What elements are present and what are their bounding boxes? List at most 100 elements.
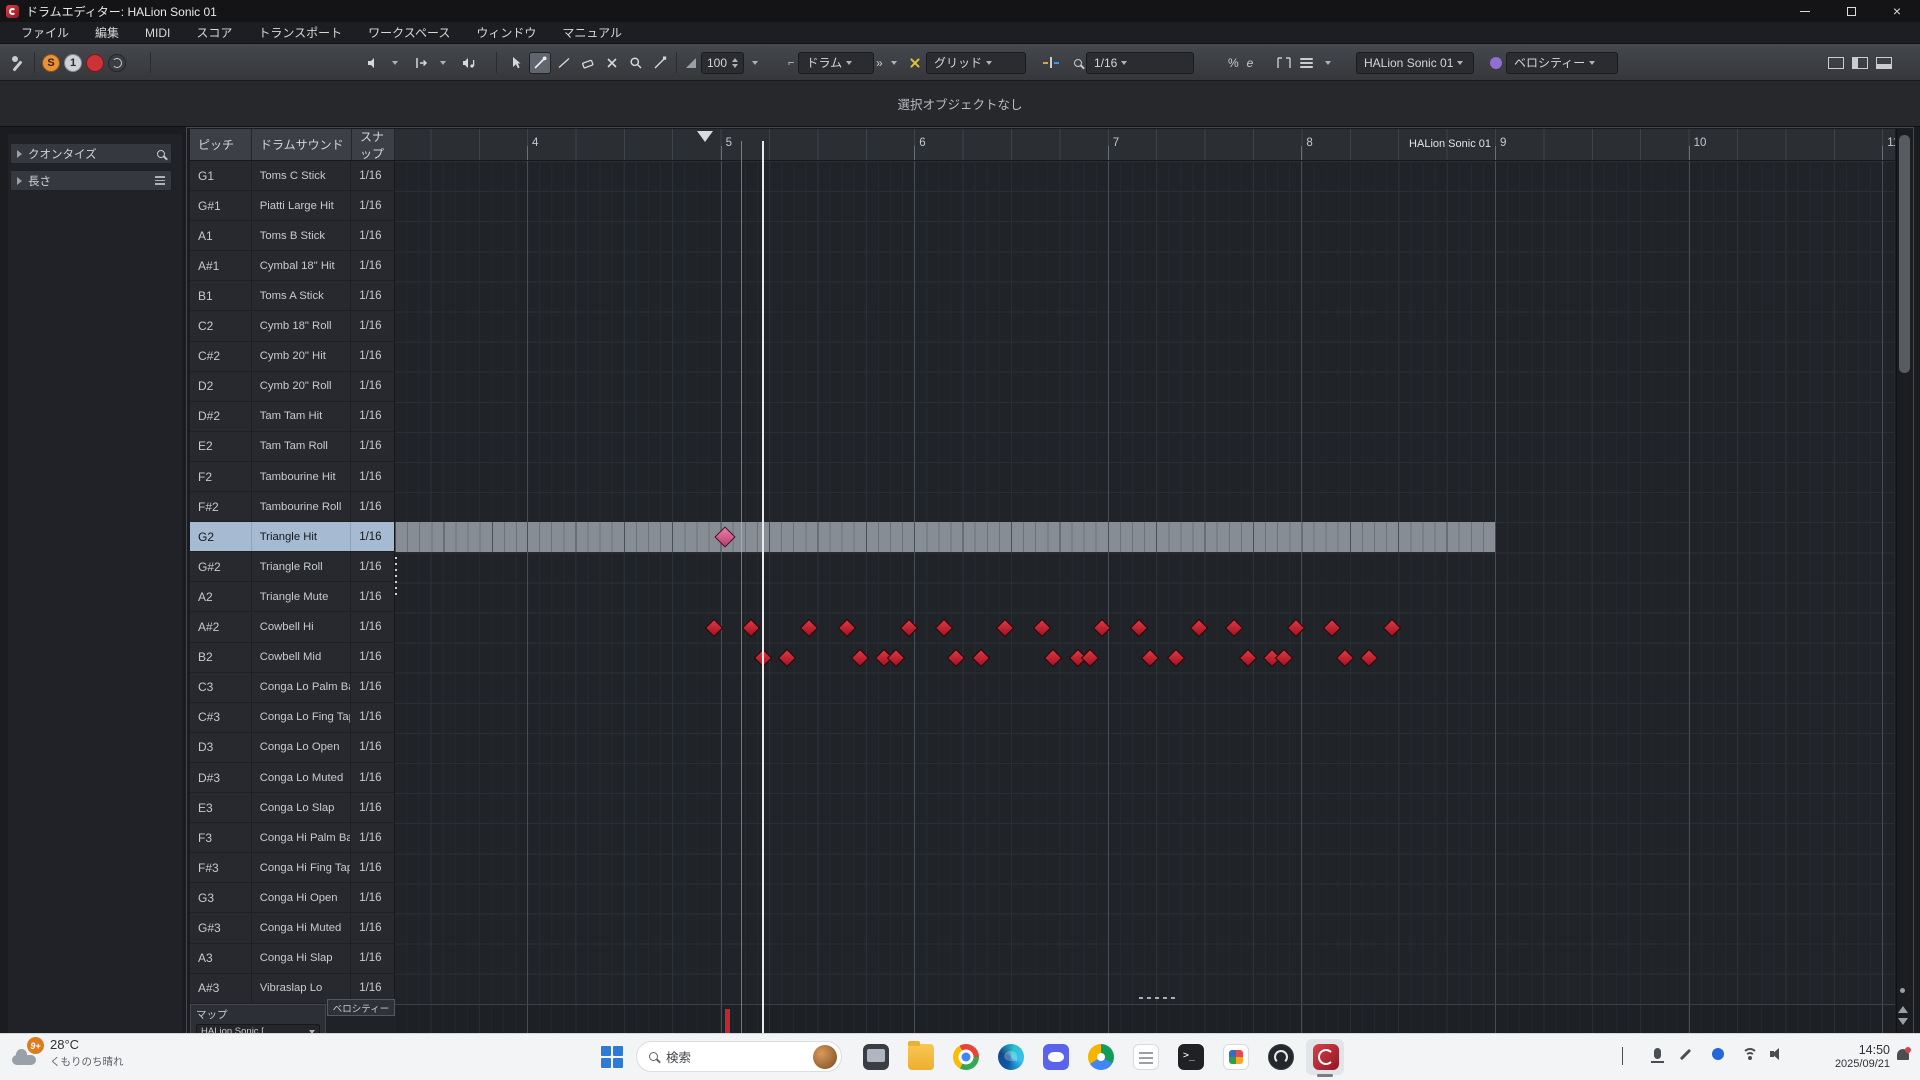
scrollbar-thumb[interactable]	[1899, 135, 1910, 373]
drum-row[interactable]: G3Conga Hi Open1/16	[190, 883, 394, 913]
controller-lane-tag[interactable]: ベロシティー	[327, 999, 395, 1016]
row-sound[interactable]: Toms C Stick	[252, 161, 351, 190]
row-snap[interactable]: 1/16	[351, 763, 394, 792]
row-snap[interactable]: 1/16	[351, 522, 394, 551]
row-snap[interactable]: 1/16	[351, 161, 394, 190]
drum-note[interactable]	[1239, 648, 1257, 666]
row-snap[interactable]: 1/16	[351, 492, 394, 521]
weather-widget[interactable]: 9+ 28°C くもりのち晴れ	[10, 1037, 124, 1071]
drum-row[interactable]: C#3Conga Lo Fing Tap1/16	[190, 703, 394, 733]
tray-app-button[interactable]	[1712, 1048, 1724, 1060]
drum-note[interactable]	[1044, 648, 1062, 666]
drum-row[interactable]: G2Triangle Hit1/16	[190, 522, 394, 552]
part-list-icon[interactable]	[1300, 56, 1313, 70]
taskbar-chrome-button[interactable]	[952, 1043, 980, 1071]
menu-item[interactable]: スコア	[183, 22, 245, 43]
quantize-preset-select[interactable]: 1/16	[1086, 52, 1194, 74]
start-button[interactable]	[598, 1043, 626, 1071]
row-sound[interactable]: Conga Hi Open	[252, 883, 351, 912]
row-sound[interactable]: Tam Tam Roll	[252, 432, 351, 461]
drum-note[interactable]	[1141, 648, 1159, 666]
row-sound[interactable]: Cymb 20" Roll	[252, 372, 351, 401]
drum-row[interactable]: G#1Piatti Large Hit1/16	[190, 191, 394, 221]
row-snap[interactable]: 1/16	[351, 281, 394, 310]
row-sound[interactable]: Tambourine Roll	[252, 492, 351, 521]
solo-editor-button[interactable]: S	[42, 54, 60, 72]
sound-column-header[interactable]: ドラムサウンド	[252, 129, 352, 160]
drum-note[interactable]	[1323, 618, 1341, 636]
timeline-ruler[interactable]: HALion Sonic 01 4567891011	[395, 129, 1895, 161]
record-button[interactable]	[86, 54, 104, 72]
row-snap[interactable]: 1/16	[351, 643, 394, 672]
drum-note[interactable]	[900, 618, 918, 636]
quantize-section-header[interactable]: クオンタイズ	[10, 143, 172, 164]
drum-row[interactable]: C#2Cymb 20" Hit1/16	[190, 342, 394, 372]
tray-wifi-button[interactable]	[1742, 1048, 1758, 1060]
snap-type-icon[interactable]	[1043, 57, 1059, 68]
drum-row[interactable]: C2Cymb 18" Roll1/16	[190, 312, 394, 342]
drum-row[interactable]: F#3Conga Hi Fing Tap1/16	[190, 853, 394, 883]
taskbar-browser2-button[interactable]	[1087, 1043, 1115, 1071]
row-sound[interactable]: Cowbell Hi	[252, 613, 351, 642]
erase-tool[interactable]	[577, 52, 599, 74]
row-snap[interactable]: 1/16	[351, 372, 394, 401]
row-snap[interactable]: 1/16	[351, 191, 394, 220]
menu-item[interactable]: ワークスペース	[355, 22, 463, 43]
grid-type-select[interactable]: グリッド	[926, 52, 1026, 74]
row-sound[interactable]: Tambourine Hit	[252, 462, 351, 491]
taskbar-obs-button[interactable]	[1267, 1043, 1295, 1071]
mute-tool[interactable]	[601, 52, 623, 74]
minimize-button[interactable]	[1782, 0, 1828, 22]
edited-part-select[interactable]: HALion Sonic 01	[1356, 52, 1474, 74]
taskbar-terminal-button[interactable]	[1177, 1043, 1205, 1071]
menu-item[interactable]: MIDI	[132, 22, 183, 43]
taskbar-edge-button[interactable]	[997, 1043, 1025, 1071]
grid-layout-icon[interactable]	[1828, 57, 1844, 69]
playhead-line[interactable]	[762, 141, 764, 1043]
row-snap[interactable]: 1/16	[351, 853, 394, 882]
row-sound[interactable]: Triangle Mute	[252, 582, 351, 611]
drum-row[interactable]: E2Tam Tam Roll1/16	[190, 432, 394, 462]
row-sound[interactable]: Cowbell Mid	[252, 643, 351, 672]
drum-row[interactable]: G1Toms C Stick1/16	[190, 161, 394, 191]
independent-loop-button[interactable]	[108, 54, 126, 72]
row-snap[interactable]: 1/16	[351, 432, 394, 461]
row-sound[interactable]: Conga Lo Fing Tap	[252, 703, 351, 732]
drum-row[interactable]: D3Conga Lo Open1/16	[190, 733, 394, 763]
drum-row[interactable]: D#2Tam Tam Hit1/16	[190, 402, 394, 432]
quantize-panel-button[interactable]: e	[1247, 56, 1254, 70]
taskbar-app-grid-button[interactable]	[1222, 1043, 1250, 1071]
drum-row[interactable]: E3Conga Lo Slap1/16	[190, 793, 394, 823]
taskbar-search[interactable]: 検索	[636, 1041, 842, 1072]
note-grid[interactable]	[395, 161, 1895, 1004]
taskbar-notes-button[interactable]	[1132, 1043, 1160, 1071]
row-snap[interactable]: 1/16	[351, 402, 394, 431]
zoom-tool[interactable]	[625, 52, 647, 74]
tray-volume-button[interactable]	[1770, 1048, 1784, 1060]
dropdown-arrow-icon[interactable]	[1325, 61, 1331, 65]
record-in-editor-button[interactable]: 1	[64, 54, 82, 72]
row-sound[interactable]: Conga Hi Slap	[252, 944, 351, 973]
row-sound[interactable]: Cymbal 18" Hit	[252, 251, 351, 280]
insert-velocity-field[interactable]: 100	[701, 52, 744, 74]
drum-note[interactable]	[1336, 648, 1354, 666]
menu-item[interactable]: マニュアル	[549, 22, 635, 43]
row-sound[interactable]: Toms B Stick	[252, 221, 351, 250]
taskbar-cubase-button[interactable]	[1312, 1043, 1340, 1071]
drum-row[interactable]: C3Conga Lo Palm Bass1/16	[190, 673, 394, 703]
row-snap[interactable]: 1/16	[351, 221, 394, 250]
drum-note[interactable]	[972, 648, 990, 666]
iterative-quantize-button[interactable]: %	[1228, 56, 1239, 70]
row-snap[interactable]: 1/16	[351, 673, 394, 702]
notification-bell-icon[interactable]	[1897, 1049, 1909, 1060]
drum-row[interactable]: B1Toms A Stick1/16	[190, 281, 394, 311]
row-snap[interactable]: 1/16	[351, 883, 394, 912]
drum-note[interactable]	[1287, 618, 1305, 636]
drum-row[interactable]: G#2Triangle Roll1/16	[190, 552, 394, 582]
drum-row[interactable]: A2Triangle Mute1/16	[190, 582, 394, 612]
taskbar-clock[interactable]: 14:50 2025/09/21	[1824, 1043, 1890, 1070]
snap-on-off-icon[interactable]	[908, 56, 922, 70]
dropdown-arrow-icon[interactable]	[440, 61, 446, 65]
menu-item[interactable]: ウィンドウ	[463, 22, 549, 43]
drum-note[interactable]	[851, 648, 869, 666]
